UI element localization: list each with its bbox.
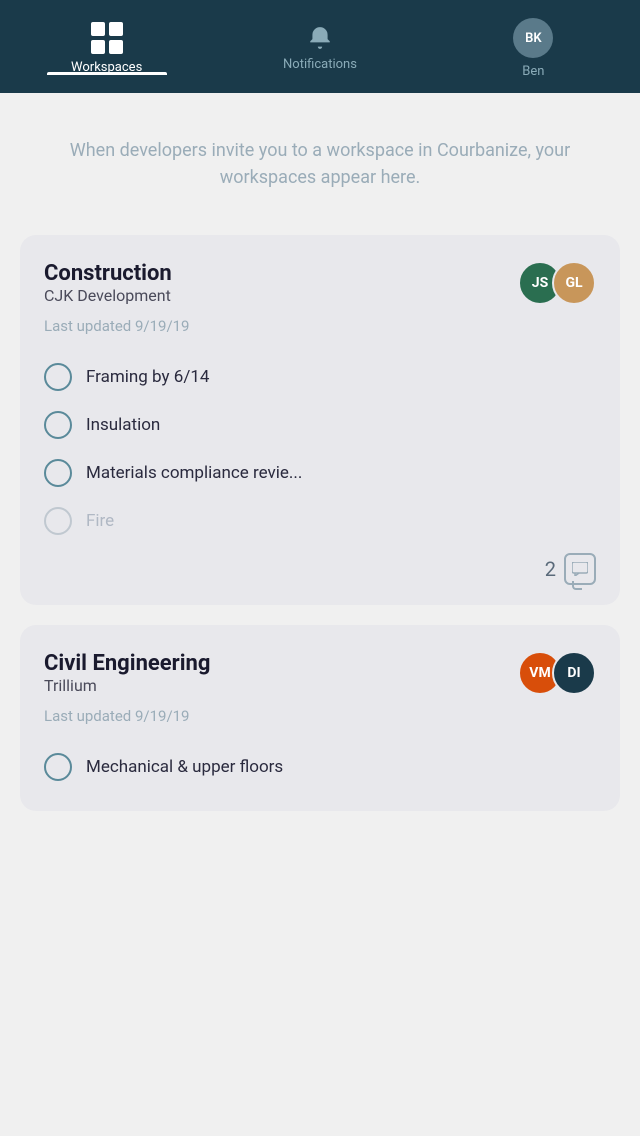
avatar: BK <box>513 18 553 58</box>
last-updated: Last updated 9/19/19 <box>44 707 596 725</box>
task-item[interactable]: Framing by 6/14 <box>44 353 596 401</box>
card-title: Civil Engineering <box>44 651 210 676</box>
workspaces-list: Construction CJK Development JS GL Last … <box>0 235 640 841</box>
task-checkbox-disabled <box>44 507 72 535</box>
task-label: Materials compliance revie... <box>86 463 302 483</box>
task-checkbox[interactable] <box>44 753 72 781</box>
task-label: Framing by 6/14 <box>86 367 209 387</box>
nav-notifications-label: Notifications <box>283 57 357 72</box>
card-title: Construction <box>44 261 172 286</box>
task-item[interactable]: Materials compliance revie... <box>44 449 596 497</box>
avatar-stack: VM DI <box>518 651 596 695</box>
task-item-disabled: Fire <box>44 497 596 545</box>
nav-profile-label: Ben <box>522 64 544 79</box>
task-list: Framing by 6/14 Insulation Materials com… <box>44 353 596 545</box>
bell-icon <box>307 25 333 51</box>
comment-count: 2 <box>545 557 556 581</box>
nav-workspaces[interactable]: Workspaces <box>0 22 213 75</box>
task-label: Insulation <box>86 415 160 435</box>
task-label: Mechanical & upper floors <box>86 757 283 777</box>
workspaces-icon <box>91 22 123 54</box>
card-title-group: Civil Engineering Trillium <box>44 651 210 697</box>
task-checkbox[interactable] <box>44 459 72 487</box>
nav-workspaces-label: Workspaces <box>71 60 142 75</box>
task-label-disabled: Fire <box>86 511 114 531</box>
nav-profile[interactable]: BK Ben <box>427 18 640 79</box>
task-list: Mechanical & upper floors <box>44 743 596 791</box>
task-checkbox[interactable] <box>44 363 72 391</box>
task-item[interactable]: Insulation <box>44 401 596 449</box>
card-header: Construction CJK Development JS GL <box>44 261 596 307</box>
card-subtitle: Trillium <box>44 676 210 695</box>
app-header: Workspaces Notifications BK Ben <box>0 0 640 93</box>
card-header: Civil Engineering Trillium VM DI <box>44 651 596 697</box>
last-updated: Last updated 9/19/19 <box>44 317 596 335</box>
card-title-group: Construction CJK Development <box>44 261 172 307</box>
avatar-di: DI <box>552 651 596 695</box>
card-footer: 2 <box>44 553 596 585</box>
task-item[interactable]: Mechanical & upper floors <box>44 743 596 791</box>
task-checkbox[interactable] <box>44 411 72 439</box>
comment-icon[interactable] <box>564 553 596 585</box>
avatar-gl: GL <box>552 261 596 305</box>
nav-notifications[interactable]: Notifications <box>213 25 426 72</box>
card-subtitle: CJK Development <box>44 286 172 305</box>
workspace-card-civil[interactable]: Civil Engineering Trillium VM DI Last up… <box>20 625 620 811</box>
empty-state-text: When developers invite you to a workspac… <box>0 93 640 235</box>
workspace-card-construction[interactable]: Construction CJK Development JS GL Last … <box>20 235 620 605</box>
avatar-stack: JS GL <box>518 261 596 305</box>
